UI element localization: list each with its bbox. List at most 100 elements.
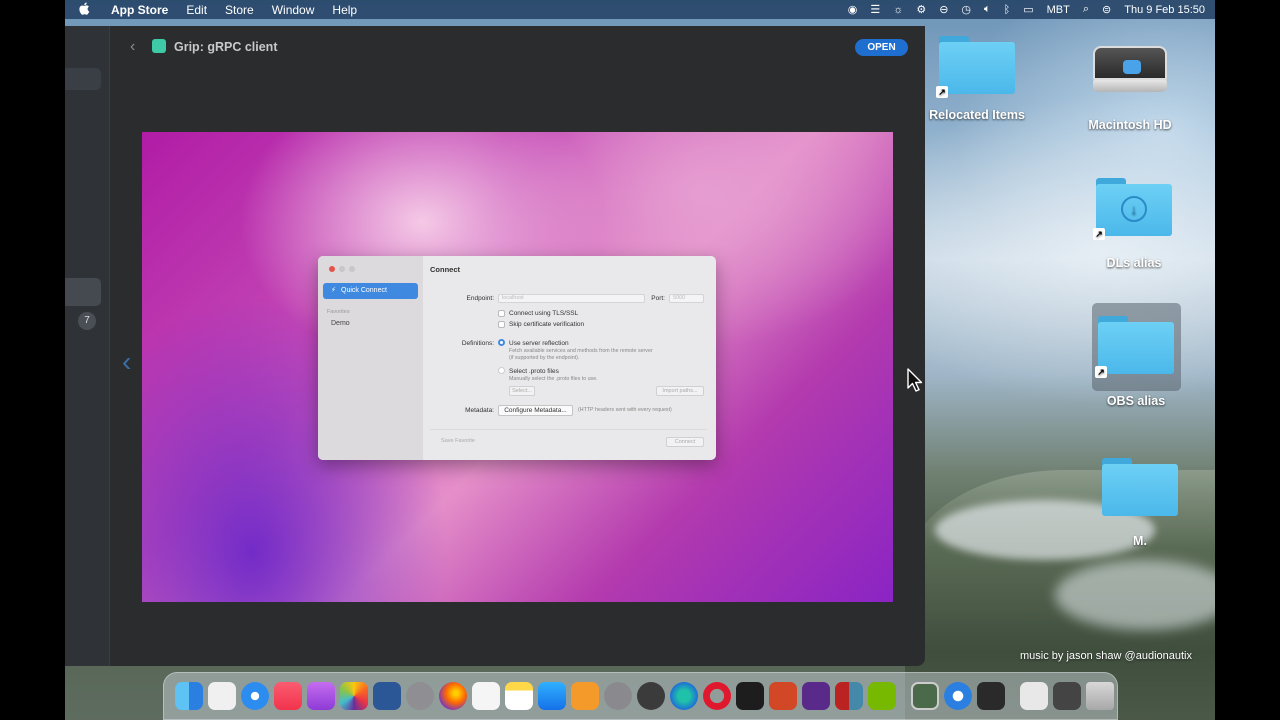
activity-monitor-icon[interactable] [735,682,764,710]
hard-drive-icon [1093,42,1167,94]
stacked-bars-icon[interactable]: ☰ [870,3,880,16]
bluetooth-icon[interactable]: ᛒ [1004,4,1011,16]
app-icon[interactable] [801,682,830,710]
music-file-icon[interactable] [1019,682,1048,710]
quicktime-icon[interactable] [943,682,972,710]
desktop-icon-obs-alias[interactable]: ↗ OBS alias [1081,316,1191,408]
app-title: Grip: gRPC client [174,40,278,54]
preview-window-icon[interactable] [910,682,939,710]
proto-label: Select .proto files [509,368,559,375]
control-center-icon[interactable]: ⊜ [1102,3,1111,16]
desktop-icon-macintosh-hd[interactable]: Macintosh HD [1075,42,1185,132]
system-settings-icon[interactable] [603,682,632,710]
music-credit: music by jason shaw @audionautix [1020,650,1192,662]
app-icon[interactable] [976,682,1005,710]
gear-icon[interactable]: ⚙ [916,3,926,16]
app-header: ‹ Grip: gRPC client OPEN [110,26,925,68]
photos-icon[interactable] [339,682,368,710]
traffic-lights [329,266,355,272]
alias-arrow-icon: ↗ [1093,228,1105,240]
tls-label: Connect using TLS/SSL [509,310,579,317]
menu-store[interactable]: Store [225,3,254,17]
lightning-icon: ⚡︎ [331,287,336,294]
desktop-icon-label: Macintosh HD [1088,118,1172,132]
accessibility-icon[interactable]: ◉ [848,3,858,16]
apple-icon[interactable] [75,2,93,18]
word-icon[interactable] [372,682,401,710]
folder-icon: ↗ [936,36,1015,98]
podcasts-icon[interactable] [306,682,335,710]
quick-connect-label: Quick Connect [341,287,387,294]
textedit-icon[interactable] [471,682,500,710]
focus-icon[interactable]: ⊖ [939,3,948,16]
time-machine-icon[interactable]: ◷ [961,3,971,16]
datetime[interactable]: Thu 9 Feb 15:50 [1124,4,1205,16]
desktop-icon-label: OBS alias [1106,394,1166,408]
status-area: ◉ ☰ ☼ ⚙ ⊖ ◷ 🔈︎ ᛒ ▭ MBT ⌕ ⊜ Thu 9 Feb 15:… [835,3,1205,16]
menu-window[interactable]: Window [272,3,315,17]
reflection-label: Use server reflection [509,340,569,347]
recent-folder-icon[interactable] [1052,682,1081,710]
app-icon[interactable] [834,682,863,710]
port-field: 5000 [669,294,704,303]
previous-screenshot-chevron-icon[interactable]: ‹ [122,346,131,378]
skip-cert-checkbox [498,321,505,328]
definitions-label: Definitions: [461,340,494,347]
downloads-folder-icon: ↓ ↗ [1093,178,1172,240]
desktop-icon-label: M. [1133,534,1147,548]
minimize-icon [339,266,345,272]
app-store-icon[interactable] [537,682,566,710]
menu-help[interactable]: Help [332,3,357,17]
menu-edit[interactable]: Edit [186,3,207,17]
launchpad-icon[interactable] [207,682,236,710]
reflection-desc: Fetch available services and methods fro… [509,348,653,354]
finder-icon[interactable] [174,682,203,710]
dock [163,672,1118,720]
quick-connect-item: ⚡︎ Quick Connect [323,283,418,299]
davinci-resolve-icon[interactable] [405,682,434,710]
battery-icon[interactable]: ▭ [1023,3,1033,16]
connect-button: Connect [666,437,704,447]
dialog-separator [430,429,707,430]
music-icon[interactable] [273,682,302,710]
books-icon[interactable] [570,682,599,710]
sidebar-item-selected[interactable] [65,278,101,306]
desktop-icon-dls-alias[interactable]: ↓ ↗ DLs alias [1079,178,1189,270]
trash-icon[interactable] [1085,682,1114,710]
reflection-desc-2: (if supported by the endpoint). [509,355,580,361]
favorite-item: Demo [331,320,350,327]
endpoint-field: localhost [498,294,645,303]
import-paths-button: Import paths... [656,386,704,396]
alias-arrow-icon: ↗ [936,86,948,98]
dialog-title: Connect [430,265,460,274]
metadata-hint: (HTTP headers sent with every request) [578,407,672,413]
sidebar-item[interactable] [65,68,101,90]
powerpoint-icon[interactable] [768,682,797,710]
dialog-sidebar: ⚡︎ Quick Connect Favorites Demo [318,256,423,460]
mouse-cursor-icon [907,368,923,392]
safari-icon[interactable] [240,682,269,710]
nvidia-icon[interactable] [867,682,896,710]
port-label: Port: [651,295,665,302]
desktop-screen: App Store Edit Store Window Help ◉ ☰ ☼ ⚙… [65,0,1215,720]
notes-icon[interactable] [504,682,533,710]
obs-icon[interactable] [636,682,665,710]
brightness-icon[interactable]: ☼ [893,4,903,16]
open-button[interactable]: OPEN [855,39,908,56]
grip-app-icon [152,39,166,53]
desktop-icon-m[interactable]: M. [1085,458,1195,548]
firefox-icon[interactable] [438,682,467,710]
download-arrow-icon: ↓ [1121,196,1147,222]
updates-badge: 7 [78,312,96,330]
opera-icon[interactable] [702,682,731,710]
proto-desc: Manually select the .proto files to use. [509,376,598,382]
edge-icon[interactable] [669,682,698,710]
menu-app-store[interactable]: App Store [111,3,168,17]
reflection-radio [498,339,505,346]
back-button[interactable]: ‹ [130,38,135,56]
volume-icon[interactable]: 🔈︎ [984,3,991,16]
desktop-icon-relocated-items[interactable]: ↗ Relocated Items [922,36,1032,122]
input-source[interactable]: MBT [1047,4,1070,16]
search-icon[interactable]: ⌕ [1083,3,1089,16]
skip-cert-label: Skip certificate verification [509,321,585,328]
